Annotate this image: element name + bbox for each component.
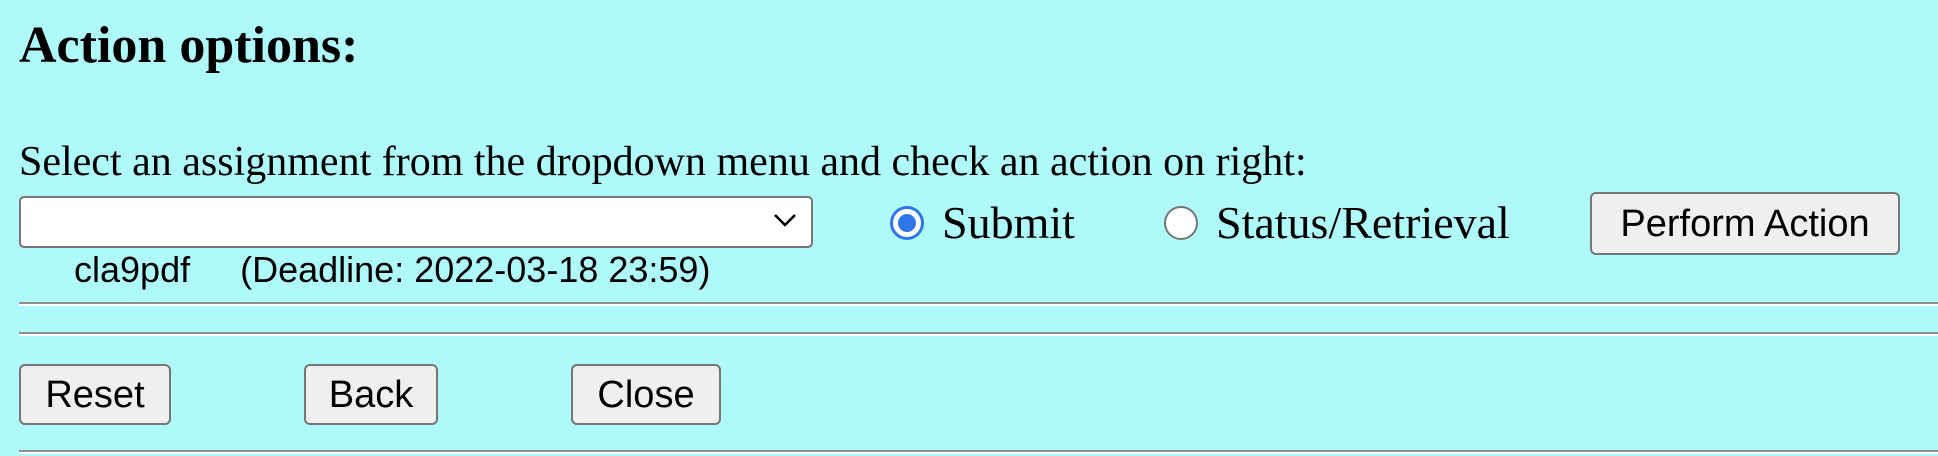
close-button[interactable]: Close [571, 364, 721, 425]
radio-status-retrieval-button[interactable] [1164, 206, 1198, 240]
back-button[interactable]: Back [304, 364, 438, 425]
radio-status-retrieval-label: Status/Retrieval [1216, 197, 1510, 248]
radio-submit-label: Submit [942, 197, 1075, 248]
assignment-select-value: cla9pdf (Deadline: 2022-03-18 23:59) [74, 249, 711, 290]
radio-status-retrieval[interactable]: Status/Retrieval [1164, 196, 1510, 250]
divider-middle [19, 332, 1938, 336]
reset-button[interactable]: Reset [19, 364, 171, 425]
chevron-down-icon [774, 214, 796, 227]
perform-action-button[interactable]: Perform Action [1590, 192, 1900, 255]
radio-submit-button[interactable] [890, 206, 924, 240]
divider-top [19, 302, 1938, 306]
page-title: Action options: [19, 17, 359, 74]
assignment-select[interactable]: cla9pdf (Deadline: 2022-03-18 23:59) [19, 196, 813, 290]
divider-bottom [19, 450, 1938, 454]
radio-submit[interactable]: Submit [890, 196, 1075, 250]
instruction-text: Select an assignment from the dropdown m… [19, 139, 1307, 185]
